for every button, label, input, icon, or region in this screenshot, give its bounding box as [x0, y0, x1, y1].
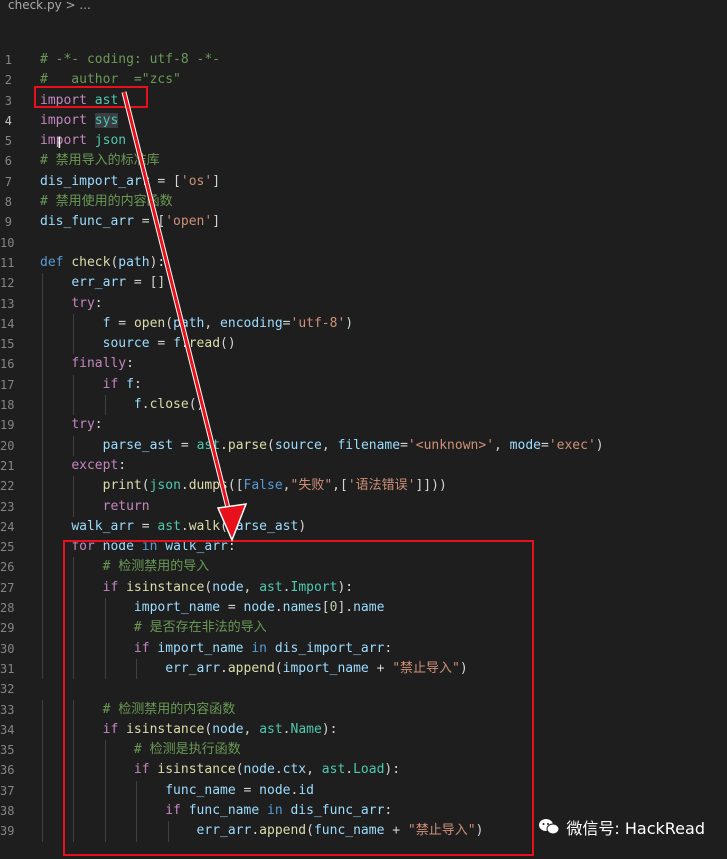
- watermark: 微信号: HackRead: [538, 815, 705, 839]
- watermark-text: 微信号: HackRead: [566, 819, 705, 838]
- annotation-arrow: [121, 91, 248, 542]
- text-cursor-icon: I: [57, 133, 62, 152]
- wechat-icon: [539, 819, 560, 835]
